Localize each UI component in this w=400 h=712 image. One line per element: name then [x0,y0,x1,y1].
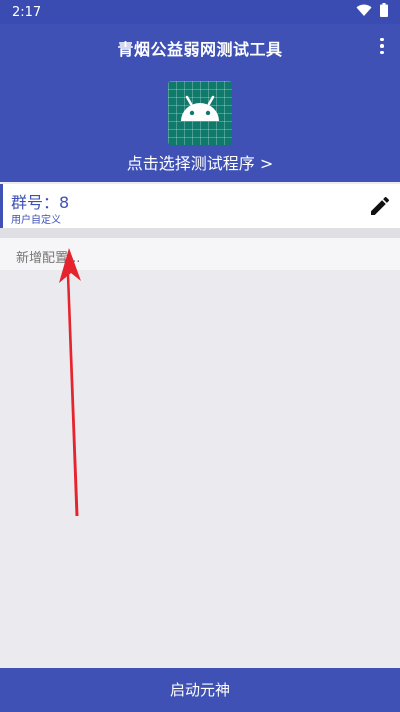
config-item-title: 群号：8 [11,193,70,212]
status-time: 2:17 [12,4,42,20]
section-divider [0,228,400,238]
app-title: 青烟公益弱网测试工具 [117,40,283,59]
new-config-button[interactable]: 新增配置... [0,238,400,270]
config-item-subtitle: 用户自定义 [11,215,61,226]
config-item-group[interactable]: 群号：8 用户自定义 [0,184,400,228]
battery-icon [380,3,388,21]
more-vert-icon[interactable] [376,36,388,56]
launch-button[interactable]: 启动元神 [0,668,400,712]
android-icon[interactable] [168,81,232,145]
app-header: 青烟公益弱网测试工具 点击选择测试程序 > [0,24,400,182]
status-bar: 2:17 [0,0,400,24]
wifi-icon [356,4,372,21]
select-program-button[interactable]: 点击选择测试程序 > [0,150,400,174]
edit-pencil-icon[interactable] [368,194,392,218]
status-icons [356,3,388,21]
